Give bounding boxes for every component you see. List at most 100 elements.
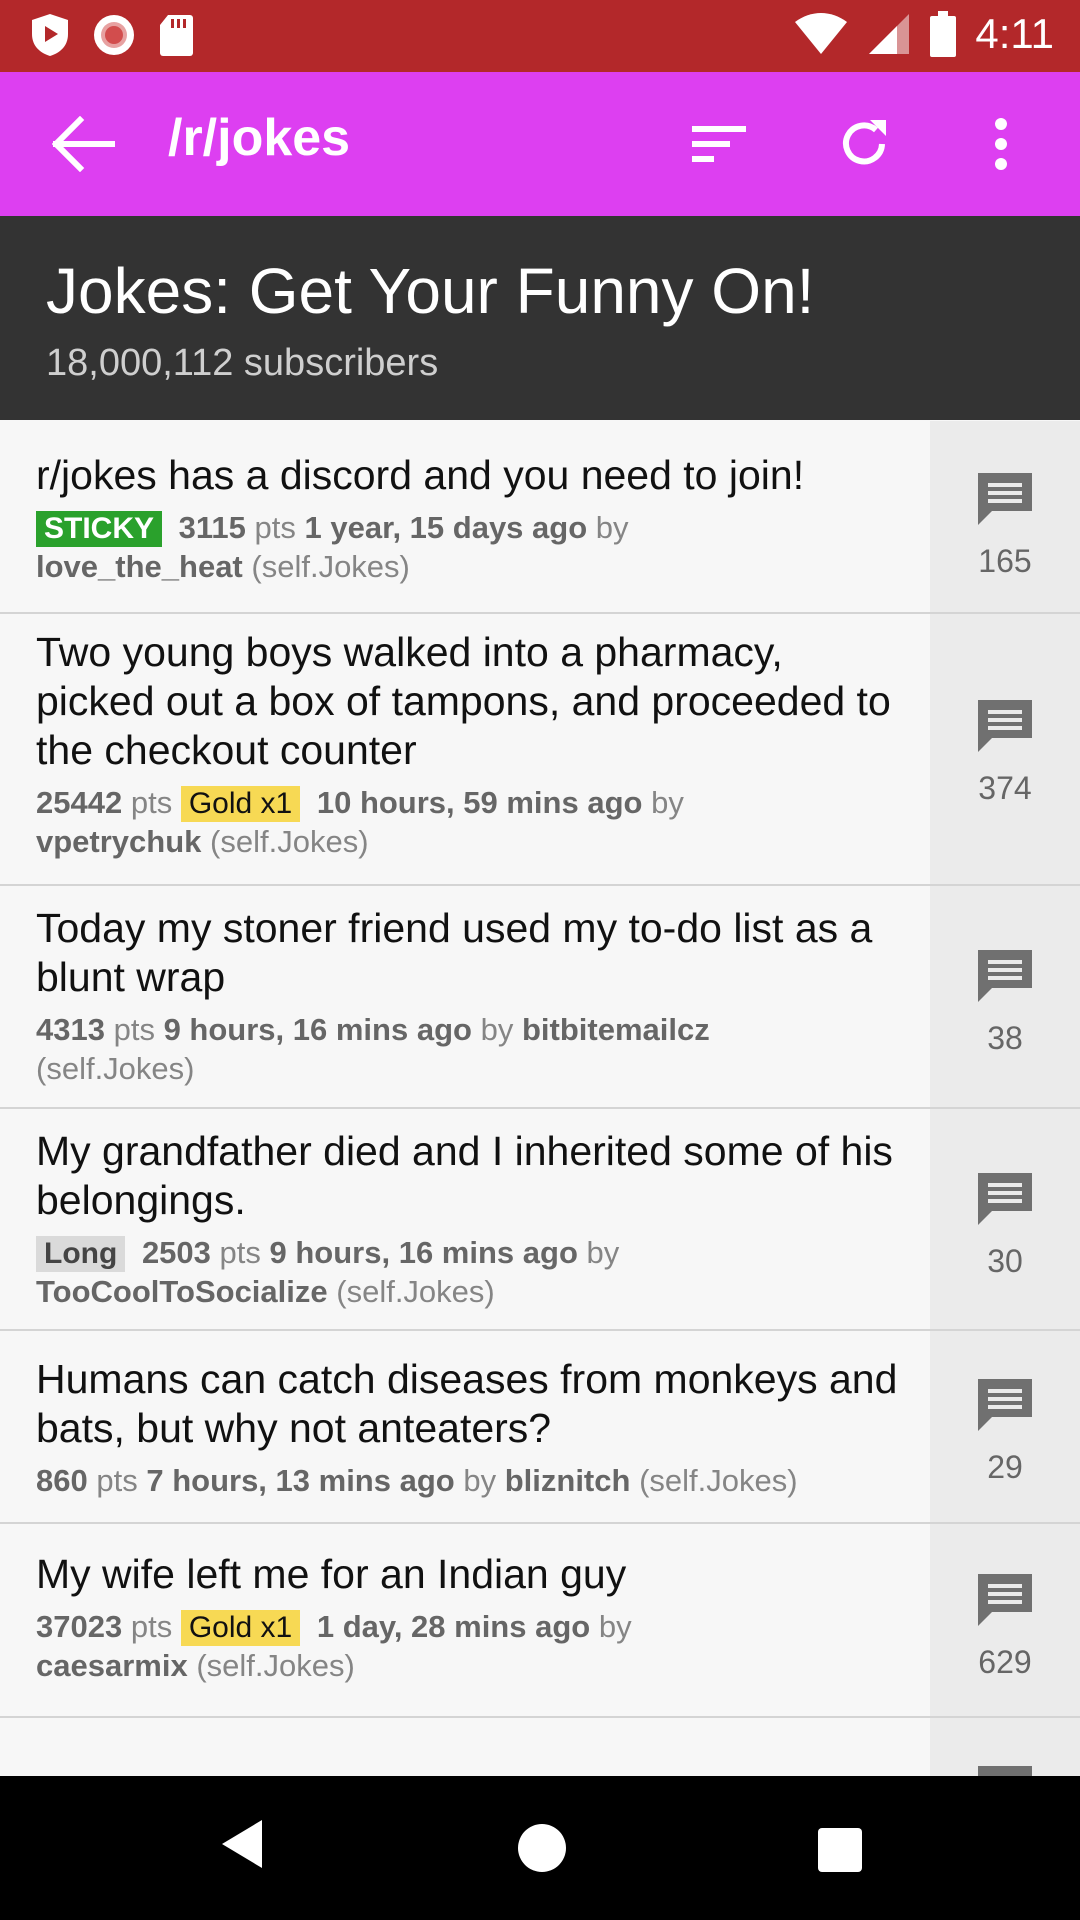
- post-item[interactable]: Two young boys walked into a pharmacy, p…: [0, 614, 1080, 886]
- refresh-icon[interactable]: [836, 116, 892, 172]
- comments-button[interactable]: 30: [930, 1169, 1080, 1280]
- post-body[interactable]: r/jokes has a discord and you need to jo…: [36, 451, 906, 586]
- post-title[interactable]: Two young boys walked into a pharmacy, p…: [36, 628, 906, 775]
- post-list: r/jokes has a discord and you need to jo…: [0, 421, 1080, 1838]
- post-points: 860: [36, 1463, 88, 1498]
- post-author[interactable]: bliznitch: [505, 1463, 631, 1498]
- by-label: by: [595, 510, 629, 545]
- comments-panel[interactable]: 30: [930, 1109, 1080, 1329]
- nav-home-icon[interactable]: [518, 1824, 566, 1872]
- post-source: (self.Jokes): [336, 1274, 495, 1309]
- post-item[interactable]: My wife left me for an Indian guy 37023 …: [0, 1524, 1080, 1718]
- post-points: 4313: [36, 1012, 105, 1047]
- post-item[interactable]: My grandfather died and I inherited some…: [0, 1109, 1080, 1331]
- comments-button[interactable]: 374: [930, 696, 1080, 807]
- post-title[interactable]: Today my stoner friend used my to-do lis…: [36, 904, 906, 1002]
- pts-label: pts: [130, 1609, 173, 1644]
- comment-count: 165: [978, 543, 1032, 579]
- comments-panel[interactable]: 38: [930, 886, 1080, 1107]
- post-source: (self.Jokes): [196, 1648, 355, 1683]
- gold-tag: Gold x1: [180, 786, 301, 822]
- sticky-tag: STICKY: [36, 511, 163, 547]
- post-body[interactable]: My wife left me for an Indian guy 37023 …: [36, 1550, 906, 1685]
- comments-panel[interactable]: 165: [930, 421, 1080, 612]
- post-title[interactable]: My wife left me for an Indian guy: [36, 1550, 906, 1599]
- comments-panel[interactable]: 29: [930, 1331, 1080, 1522]
- post-title[interactable]: My grandfather died and I inherited some…: [36, 1127, 906, 1225]
- comment-count: 30: [987, 1243, 1023, 1279]
- signal-icon: [869, 14, 910, 54]
- post-meta: 4313 pts 9 hours, 16 mins ago by bitbite…: [36, 1010, 906, 1088]
- pts-label: pts: [96, 1463, 138, 1498]
- post-time: 10 hours, 59 mins ago: [316, 785, 643, 820]
- comment-count: 29: [987, 1449, 1023, 1485]
- battery-icon: [930, 11, 957, 57]
- comment-icon: [978, 700, 1032, 752]
- post-time: 1 year, 15 days ago: [304, 510, 588, 545]
- back-arrow-icon[interactable]: [52, 116, 116, 172]
- comment-icon: [978, 1173, 1032, 1225]
- post-title[interactable]: Humans can catch diseases from monkeys a…: [36, 1355, 906, 1453]
- subreddit-header: Jokes: Get Your Funny On! 18,000,112 sub…: [0, 216, 1080, 420]
- system-nav-bar: [0, 1776, 1080, 1920]
- comments-panel[interactable]: 629: [930, 1524, 1080, 1716]
- sdcard-icon: [160, 15, 193, 56]
- gold-tag: Gold x1: [180, 1610, 301, 1646]
- comment-count: 374: [978, 770, 1032, 806]
- status-bar: 4:11: [0, 0, 1080, 72]
- post-meta: 25442 pts Gold x1 10 hours, 59 mins ago …: [36, 783, 906, 861]
- post-points: 2503: [141, 1235, 211, 1270]
- nav-recents-icon[interactable]: [818, 1828, 862, 1872]
- post-time: 1 day, 28 mins ago: [316, 1609, 591, 1644]
- wifi-icon: [795, 13, 848, 54]
- record-icon: [94, 15, 134, 55]
- post-author[interactable]: love_the_heat: [36, 549, 243, 584]
- comments-panel[interactable]: 374: [930, 614, 1080, 884]
- pts-label: pts: [254, 510, 296, 545]
- post-item[interactable]: Today my stoner friend used my to-do lis…: [0, 886, 1080, 1109]
- post-body[interactable]: Two young boys walked into a pharmacy, p…: [36, 628, 906, 861]
- post-meta: 860 pts 7 hours, 13 mins ago by bliznitc…: [36, 1461, 906, 1500]
- post-body[interactable]: Today my stoner friend used my to-do lis…: [36, 904, 906, 1088]
- post-time: 7 hours, 13 mins ago: [146, 1463, 455, 1498]
- by-label: by: [480, 1012, 514, 1047]
- comments-button[interactable]: 38: [930, 946, 1080, 1057]
- post-title[interactable]: r/jokes has a discord and you need to jo…: [36, 451, 906, 500]
- subreddit-title: Jokes: Get Your Funny On!: [46, 255, 815, 327]
- by-label: by: [651, 785, 684, 820]
- status-time: 4:11: [975, 10, 1054, 57]
- sort-icon[interactable]: [688, 120, 748, 168]
- comments-button[interactable]: 29: [930, 1375, 1080, 1486]
- by-label: by: [586, 1235, 620, 1270]
- post-meta: Long 2503 pts 9 hours, 16 mins ago by To…: [36, 1233, 906, 1311]
- pts-label: pts: [219, 1235, 261, 1270]
- long-tag: Long: [36, 1236, 126, 1272]
- post-author[interactable]: caesarmix: [36, 1648, 188, 1683]
- subscriber-count: 18,000,112 subscribers: [46, 342, 439, 384]
- post-author[interactable]: vpetrychuk: [36, 824, 201, 859]
- post-body[interactable]: Humans can catch diseases from monkeys a…: [36, 1355, 906, 1500]
- comment-icon: [978, 1379, 1032, 1431]
- post-time: 9 hours, 16 mins ago: [163, 1012, 472, 1047]
- post-author[interactable]: bitbitemailcz: [522, 1012, 710, 1047]
- comments-button[interactable]: 165: [930, 469, 1080, 580]
- more-vert-icon[interactable]: [990, 116, 1012, 172]
- comment-count: 38: [987, 1020, 1023, 1056]
- post-source: (self.Jokes): [251, 549, 410, 584]
- post-points: 3115: [178, 510, 246, 545]
- pts-label: pts: [130, 785, 173, 820]
- post-item[interactable]: r/jokes has a discord and you need to jo…: [0, 421, 1080, 614]
- post-author[interactable]: TooCoolToSocialize: [36, 1274, 328, 1309]
- comment-icon: [978, 950, 1032, 1002]
- post-body[interactable]: My grandfather died and I inherited some…: [36, 1127, 906, 1311]
- nav-back-icon[interactable]: [218, 1816, 266, 1872]
- post-time: 9 hours, 16 mins ago: [269, 1235, 578, 1270]
- shield-icon: [32, 14, 68, 56]
- comment-icon: [978, 473, 1032, 525]
- pts-label: pts: [113, 1012, 155, 1047]
- comments-button[interactable]: 629: [930, 1570, 1080, 1681]
- post-meta: 37023 pts Gold x1 1 day, 28 mins ago by …: [36, 1607, 906, 1685]
- post-item[interactable]: Humans can catch diseases from monkeys a…: [0, 1331, 1080, 1524]
- post-source: (self.Jokes): [210, 824, 369, 859]
- comment-count: 629: [978, 1644, 1032, 1680]
